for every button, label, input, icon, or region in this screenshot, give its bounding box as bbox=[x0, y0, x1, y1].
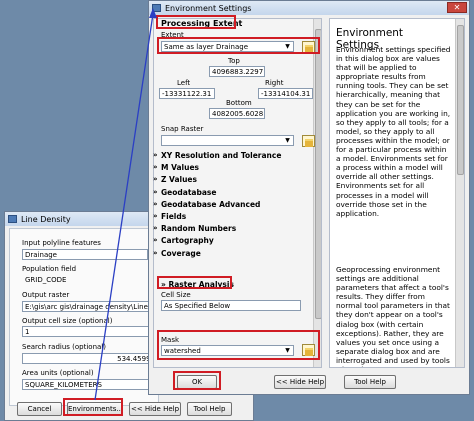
annotation-arrow bbox=[94, 8, 157, 401]
arrow-head bbox=[149, 8, 157, 18]
arrow-line bbox=[94, 13, 154, 401]
